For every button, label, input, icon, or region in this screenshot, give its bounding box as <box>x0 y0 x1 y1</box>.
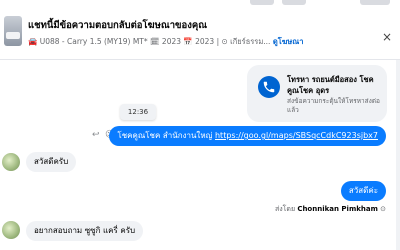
timestamp-tooltip: 12:36 <box>120 104 156 120</box>
outgoing-message[interactable]: โชคคูณโชค สำนักงานใหญ่ https://goo.gl/ma… <box>109 126 386 146</box>
header-title: แชทนี้มีข้อความตอบกลับต่อโฆษณาของคุณ <box>28 20 208 31</box>
card-note: ส่งข้อความกระตุ้นให้โทรหาส่งต่อแล้ว <box>287 97 380 114</box>
ad-details: 🚘 U088 - Carry 1.5 (MY19) MT* 🗓 2023 📅 2… <box>28 37 271 46</box>
message-text: โชคคูณโชค สำนักงานใหญ่ <box>117 131 215 140</box>
incoming-message[interactable]: อยากสอบถาม ซูซูกิ แครี่ ครับ <box>26 221 144 241</box>
close-icon[interactable]: × <box>382 30 392 44</box>
page-top-strip <box>0 0 400 12</box>
ad-reply-header: แชทนี้มีข้อความตอบกลับต่อโฆษณาของคุณ 🚘 U… <box>0 12 400 60</box>
outgoing-message[interactable]: สวัสดีค่ะ <box>340 181 386 201</box>
sent-by-prefix: ส่งโดย <box>274 205 296 213</box>
sender-name: Chonnikan Pimkham <box>297 205 378 213</box>
contact-avatar[interactable] <box>2 153 20 171</box>
reply-icon[interactable]: ↩ <box>92 130 100 140</box>
card-title: โทรหา รถยนต์มือสอง โชคคูณโชค อุดร <box>287 75 374 95</box>
view-ad-link[interactable]: ดูโฆษณา <box>273 37 304 46</box>
map-link[interactable]: https://goo.gl/maps/SBSqcCdkC923sjbx7 <box>215 131 378 140</box>
phone-icon <box>258 76 280 98</box>
top-ghost-tab <box>360 0 390 5</box>
ad-thumbnail[interactable] <box>4 16 22 46</box>
chat-scrollbar[interactable] <box>396 60 400 250</box>
incoming-message[interactable]: สวัสดีครับ <box>26 152 77 172</box>
contact-avatar[interactable] <box>2 221 20 239</box>
seen-icon: ⊙ <box>380 205 386 213</box>
top-ghost-tab <box>250 0 274 5</box>
top-ghost-tab <box>282 0 306 5</box>
header-subtitle: 🚘 U088 - Carry 1.5 (MY19) MT* 🗓 2023 📅 2… <box>28 36 303 48</box>
call-ad-card[interactable]: โทรหา รถยนต์มือสอง โชคคูณโชค อุดร ส่งข้อ… <box>247 65 387 122</box>
sent-by-status: ส่งโดย Chonnikan Pimkham ⊙ <box>275 204 386 215</box>
